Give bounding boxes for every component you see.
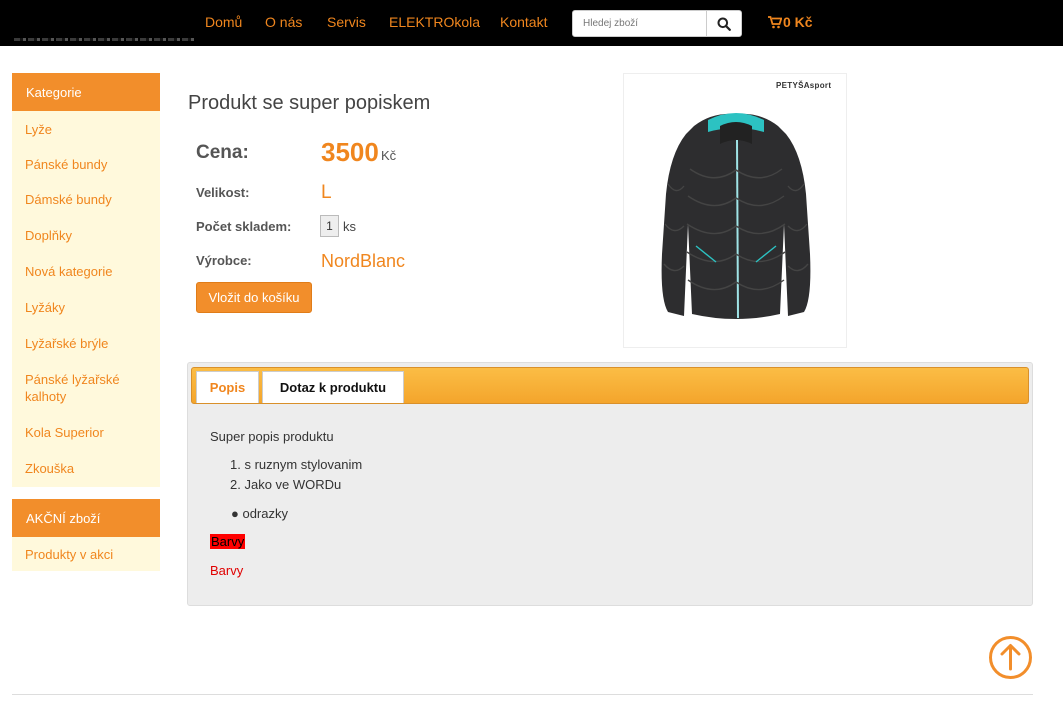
category-superior-bikes[interactable]: Kola Superior xyxy=(12,424,104,441)
category-new[interactable]: Nová kategorie xyxy=(12,263,112,280)
ordered-item-2: 2. Jako ve WORDu xyxy=(230,477,342,492)
arrow-up-circle-icon xyxy=(989,636,1032,679)
search-form xyxy=(572,10,742,37)
category-mens-ski-pants[interactable]: Pánské lyžařské kalhoty xyxy=(12,371,132,405)
categories-panel: Kategorie Lyže Pánské bundy Dámské bundy… xyxy=(12,73,160,487)
site-logo[interactable] xyxy=(14,4,196,44)
promo-title: AKČNÍ zboží xyxy=(12,499,160,537)
nav-link-home[interactable]: Domů xyxy=(205,14,242,30)
stock-quantity: 1 xyxy=(320,215,339,237)
shopping-cart-icon xyxy=(768,15,782,28)
search-button[interactable] xyxy=(706,11,741,36)
price-currency: Kč xyxy=(381,148,397,163)
nav-link-service[interactable]: Servis xyxy=(327,14,366,30)
bullet-item: ● odrazky xyxy=(231,506,288,521)
nav-link-contact[interactable]: Kontakt xyxy=(500,14,547,30)
back-to-top-button[interactable] xyxy=(988,635,1033,680)
cart-total: 0 Kč xyxy=(783,14,813,30)
search-icon xyxy=(717,17,731,31)
category-womens-jackets[interactable]: Dámské bundy xyxy=(12,191,112,208)
category-ski-goggles[interactable]: Lyžařské brýle xyxy=(12,335,108,352)
category-mens-jackets[interactable]: Pánské bundy xyxy=(12,156,107,173)
jacket-image xyxy=(661,113,811,319)
size-value: L xyxy=(321,182,332,203)
category-accessories[interactable]: Doplňky xyxy=(12,227,72,244)
description-intro: Super popis produktu xyxy=(210,429,334,444)
stock-unit: ks xyxy=(343,219,356,234)
cart-link[interactable]: 0 Kč xyxy=(768,14,813,30)
highlighted-text: Barvy xyxy=(210,534,246,549)
maker-label: Výrobce: xyxy=(196,253,252,268)
promo-panel: AKČNÍ zboží Produkty v akci xyxy=(12,499,160,571)
tab-bar: Popis Dotaz k produktu xyxy=(191,367,1029,404)
category-test[interactable]: Zkouška xyxy=(12,460,74,477)
maker-value: NordBlanc xyxy=(321,251,406,271)
nav-link-about[interactable]: O nás xyxy=(265,14,302,30)
stock-label: Počet skladem: xyxy=(196,219,292,234)
top-navbar: Domů O nás Servis ELEKTROkola Kontakt 0 … xyxy=(0,0,1063,46)
categories-title: Kategorie xyxy=(12,73,160,111)
add-to-cart-button[interactable]: Vložit do košíku xyxy=(196,282,312,313)
nav-link-ebikes[interactable]: ELEKTROkola xyxy=(389,14,480,30)
red-text: Barvy xyxy=(210,563,244,578)
size-label: Velikost: xyxy=(196,185,250,200)
price-value: 3500 xyxy=(321,137,379,167)
product-title: Produkt se super popiskem xyxy=(188,92,431,114)
footer-divider xyxy=(12,694,1033,695)
category-ski[interactable]: Lyže xyxy=(12,121,52,138)
price-label: Cena: xyxy=(196,142,249,163)
category-ski-boots[interactable]: Lyžáky xyxy=(12,299,65,316)
tab-description[interactable]: Popis xyxy=(196,371,259,403)
ordered-item-1: 1. s ruznym stylovanim xyxy=(230,457,363,472)
product-image[interactable]: PETYŠAsport xyxy=(623,73,847,348)
search-input[interactable] xyxy=(573,11,706,36)
promo-products-link[interactable]: Produkty v akci xyxy=(12,546,113,563)
tab-product-question[interactable]: Dotaz k produktu xyxy=(262,371,404,403)
